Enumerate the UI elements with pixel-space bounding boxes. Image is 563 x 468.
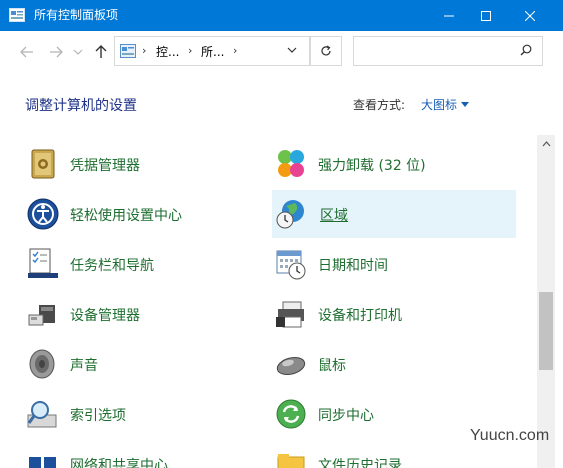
page-title: 调整计算机的设置 (25, 98, 137, 114)
item-devices-printers[interactable]: 设备和打印机 (274, 290, 514, 338)
item-device-manager[interactable]: 设备管理器 (26, 290, 256, 338)
title-bar: 所有控制面板项 (0, 0, 563, 31)
chevron-right-icon: › (188, 44, 193, 57)
uninstaller-icon (278, 150, 304, 177)
back-button[interactable] (18, 43, 36, 61)
item-mouse[interactable]: 鼠标 (274, 340, 514, 388)
chevron-right-icon: › (142, 44, 147, 57)
control-panel-icon (120, 44, 136, 58)
item-date-time[interactable]: 日期和时间 (274, 240, 514, 288)
item-taskbar[interactable]: 任务栏和导航 (26, 240, 256, 288)
item-indexing-options[interactable]: 索引选项 (26, 390, 256, 438)
minimize-icon (444, 15, 454, 16)
item-label: 同步中心 (318, 408, 374, 424)
view-by-dropdown[interactable]: 大图标 (421, 96, 470, 113)
address-bar[interactable]: › 控... › 所... › (114, 36, 310, 66)
item-sound[interactable]: 声音 (26, 340, 256, 388)
close-button[interactable] (507, 0, 553, 31)
item-label: 凭据管理器 (70, 158, 140, 174)
item-label: 声音 (70, 358, 98, 374)
chevron-up-icon (542, 141, 550, 147)
printer-icon (276, 301, 304, 328)
view-by-label: 查看方式: (353, 98, 406, 112)
view-by-value: 大图标 (421, 98, 458, 112)
forward-button[interactable] (47, 43, 65, 61)
taskbar-icon (28, 248, 58, 278)
item-label: 区域 (320, 208, 348, 224)
search-icon[interactable] (520, 44, 532, 56)
item-uninstaller[interactable]: 强力卸载 (32 位) (274, 140, 514, 188)
mouse-icon (276, 356, 306, 376)
item-label: 索引选项 (70, 408, 126, 424)
item-label: 鼠标 (318, 358, 346, 374)
breadcrumb-control-panel[interactable]: 控... (156, 43, 179, 60)
ease-of-access-icon (27, 198, 59, 230)
item-label: 设备管理器 (70, 308, 140, 324)
item-ease-of-access[interactable]: 轻松使用设置中心 (26, 190, 256, 238)
vertical-scrollbar[interactable] (537, 135, 555, 468)
item-label: 任务栏和导航 (70, 258, 154, 274)
chevron-right-icon: › (233, 44, 238, 57)
item-region[interactable]: 区域 (272, 190, 516, 238)
refresh-icon (321, 45, 331, 56)
control-panel-items: 凭据管理器 强力卸载 (32 位) 轻松使用设置中心 区域 任务栏和导航 日期和… (0, 135, 537, 468)
maximize-icon (481, 10, 491, 21)
chevron-down-icon (73, 49, 83, 55)
item-network-sharing[interactable]: 网络和共享中心 (26, 440, 256, 468)
caret-down-icon (461, 101, 470, 107)
credential-manager-icon (31, 149, 55, 179)
watermark: Yuucn.com (470, 427, 550, 444)
item-label: 设备和打印机 (318, 308, 402, 324)
window-border (555, 31, 563, 468)
refresh-button[interactable] (310, 36, 342, 66)
window-title: 所有控制面板项 (34, 8, 119, 22)
item-label: 轻松使用设置中心 (70, 208, 182, 224)
item-label: 文件历史记录 (318, 458, 402, 468)
maximize-button[interactable] (463, 0, 509, 31)
indexing-icon (27, 401, 57, 428)
recent-locations-button[interactable] (69, 43, 87, 61)
search-box (353, 36, 543, 66)
region-globe-icon (276, 200, 304, 229)
up-button[interactable] (92, 43, 110, 61)
calendar-clock-icon (276, 250, 306, 280)
item-label: 日期和时间 (318, 258, 388, 274)
sync-center-icon (276, 399, 306, 429)
arrow-left-icon (20, 46, 33, 58)
item-label: 网络和共享中心 (70, 458, 168, 468)
device-manager-icon (28, 305, 55, 326)
item-label: 强力卸载 (32 位) (318, 158, 426, 174)
network-icon (29, 457, 56, 468)
search-input[interactable] (360, 38, 510, 64)
close-icon (525, 10, 535, 21)
scroll-up-button[interactable] (537, 135, 555, 153)
item-credential-manager[interactable]: 凭据管理器 (26, 140, 256, 188)
breadcrumb-all-items[interactable]: 所... (201, 43, 224, 60)
speaker-icon (29, 349, 55, 379)
chevron-down-icon[interactable] (287, 45, 297, 55)
control-panel-icon (9, 8, 25, 22)
arrow-right-icon (50, 46, 63, 58)
file-history-icon (277, 454, 305, 468)
scroll-thumb[interactable] (539, 292, 553, 370)
arrow-up-icon (95, 45, 107, 58)
